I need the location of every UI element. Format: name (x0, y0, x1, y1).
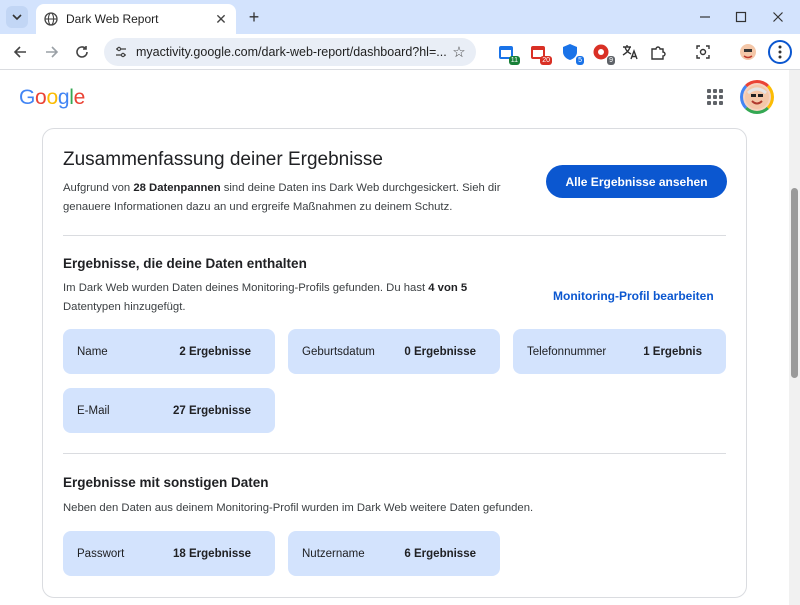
active-tab[interactable]: Dark Web Report ✕ (36, 4, 236, 34)
edit-monitoring-profile-link[interactable]: Monitoring-Profil bearbeiten (553, 289, 714, 303)
tile-count: 0 Ergebnisse (404, 345, 476, 358)
extension-badge: 9 (607, 56, 615, 65)
more-vert-icon (778, 45, 782, 59)
account-avatar[interactable] (740, 80, 774, 114)
result-tile-username[interactable]: Nutzername 6 Ergebnisse (288, 531, 500, 576)
maximize-icon (735, 11, 747, 23)
divider (63, 453, 726, 454)
tile-count: 6 Ergebnisse (404, 547, 476, 560)
maximize-button[interactable] (729, 6, 753, 28)
reload-button[interactable] (70, 40, 94, 64)
tile-count: 2 Ergebnisse (179, 345, 251, 358)
tile-label: Telefonnummer (527, 345, 607, 358)
new-tab-button[interactable]: + (244, 7, 264, 27)
section-description-profile: Im Dark Web wurden Daten deines Monitori… (63, 282, 468, 313)
back-button[interactable] (8, 40, 32, 64)
apps-grid-icon[interactable] (707, 89, 723, 105)
section-title-profile: Ergebnisse, die deine Daten enthalten (63, 256, 307, 271)
arrow-right-icon (46, 46, 59, 58)
result-tile-password[interactable]: Passwort 18 Ergebnisse (63, 531, 275, 576)
translate-extension-icon[interactable] (620, 42, 640, 62)
tile-label: Name (77, 345, 108, 358)
results-card: Zusammenfassung deiner Ergebnisse Aufgru… (42, 128, 747, 598)
close-window-button[interactable] (766, 6, 790, 28)
result-tile-birthdate[interactable]: Geburtsdatum 0 Ergebnisse (288, 329, 500, 374)
minimize-button[interactable] (693, 6, 717, 28)
extension-badge: 20 (540, 56, 552, 65)
globe-icon (44, 12, 58, 26)
puzzle-extensions-icon[interactable] (648, 42, 668, 62)
view-all-results-button[interactable]: Alle Ergebnisse ansehen (546, 165, 727, 198)
reload-icon (76, 46, 88, 58)
page-scrollbar[interactable] (789, 70, 800, 605)
summary-title: Zusammenfassung deiner Ergebnisse (63, 149, 384, 170)
tile-label: Nutzername (302, 547, 365, 560)
site-info-icon[interactable] (112, 43, 130, 61)
address-bar[interactable]: myactivity.google.com/dark-web-report/da… (104, 38, 476, 66)
close-icon (773, 12, 783, 22)
summary-description: Aufgrund von 28 Datenpannen sind deine D… (63, 182, 501, 213)
red-circle-extension-icon[interactable]: 9 (591, 42, 615, 65)
tile-label: Passwort (77, 547, 125, 560)
google-logo[interactable]: Google (19, 86, 85, 110)
bookmark-star-icon[interactable]: ☆ (448, 41, 470, 63)
tab-strip: Dark Web Report ✕ + (0, 0, 800, 34)
minimize-icon (700, 16, 710, 18)
divider (63, 235, 726, 236)
tab-search-button[interactable] (6, 6, 28, 28)
tab-title: Dark Web Report (66, 12, 159, 26)
tile-label: E-Mail (77, 404, 110, 417)
forward-button[interactable] (40, 40, 64, 64)
lens-icon[interactable] (693, 42, 713, 62)
calendar-extension-icon[interactable]: 20 (528, 42, 552, 65)
tile-count: 18 Ergebnisse (173, 547, 251, 560)
tile-count: 27 Ergebnisse (173, 404, 251, 417)
section-title-other: Ergebnisse mit sonstigen Daten (63, 475, 269, 490)
calendar-extension-icon[interactable]: 11 (496, 42, 520, 65)
scrollbar-thumb[interactable] (791, 188, 798, 378)
extension-badge: 5 (576, 56, 584, 65)
avatar-face-icon (745, 85, 769, 109)
chevron-down-icon (12, 14, 22, 21)
section-description-other: Neben den Daten aus deinem Monitoring-Pr… (63, 502, 534, 514)
result-tile-email[interactable]: E-Mail 27 Ergebnisse (63, 388, 275, 433)
url-text: myactivity.google.com/dark-web-report/da… (136, 45, 447, 59)
tile-label: Geburtsdatum (302, 345, 375, 358)
shield-extension-icon[interactable]: 5 (560, 42, 584, 65)
tile-count: 1 Ergebnis (643, 345, 702, 358)
profile-avatar-icon[interactable] (738, 42, 758, 62)
close-tab-icon[interactable]: ✕ (212, 10, 230, 28)
arrow-left-icon (13, 46, 26, 58)
browser-toolbar: myactivity.google.com/dark-web-report/da… (0, 34, 800, 70)
extension-badge: 11 (508, 56, 520, 65)
result-tile-phone[interactable]: Telefonnummer 1 Ergebnis (513, 329, 726, 374)
browser-menu-button[interactable] (768, 40, 792, 64)
result-tile-name[interactable]: Name 2 Ergebnisse (63, 329, 275, 374)
